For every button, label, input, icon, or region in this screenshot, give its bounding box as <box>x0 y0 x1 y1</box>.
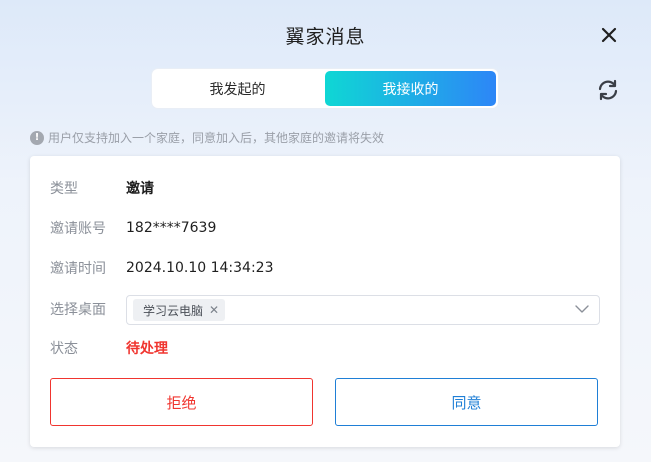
time-row: 邀请时间 2024.10.10 14:34:23 <box>50 258 274 278</box>
type-row: 类型 邀请 <box>50 178 154 198</box>
refresh-button[interactable] <box>595 77 621 103</box>
account-label: 邀请账号 <box>50 221 106 237</box>
reject-button[interactable]: 拒绝 <box>50 378 313 426</box>
tag-remove-icon[interactable]: ✕ <box>209 303 219 317</box>
status-row: 状态 待处理 <box>50 338 168 358</box>
desktop-label: 选择桌面 <box>50 302 106 318</box>
notice: ! 用户仅支持加入一个家庭，同意加入后，其他家庭的邀请将失效 <box>30 129 384 146</box>
close-button[interactable] <box>598 24 620 46</box>
desktop-tag: 学习云电脑 ✕ <box>133 299 226 321</box>
exclamation-circle-icon: ! <box>30 130 44 145</box>
notice-text: 用户仅支持加入一个家庭，同意加入后，其他家庭的邀请将失效 <box>48 131 385 145</box>
type-label: 类型 <box>50 181 78 197</box>
message-tabs: 我发起的 我接收的 <box>152 69 498 108</box>
family-message-dialog: 翼家消息 我发起的 我接收的 ! 用户仅支持加入一个家庭，同意加入后，其他家庭的… <box>0 0 651 462</box>
status-badge: 待处理 <box>126 341 168 357</box>
close-icon <box>601 27 617 43</box>
account-value: 182****7639 <box>126 220 217 236</box>
accept-button[interactable]: 同意 <box>335 378 598 426</box>
refresh-icon <box>598 79 618 101</box>
type-value: 邀请 <box>126 181 154 197</box>
status-label: 状态 <box>50 341 78 357</box>
time-value: 2024.10.10 14:34:23 <box>126 260 274 276</box>
time-label: 邀请时间 <box>50 261 106 277</box>
dialog-title: 翼家消息 <box>285 26 366 48</box>
desktop-row: 选择桌面 <box>50 299 126 319</box>
account-row: 邀请账号 182****7639 <box>50 218 216 238</box>
desktop-select[interactable]: 学习云电脑 ✕ <box>126 295 600 325</box>
desktop-tag-label: 学习云电脑 <box>143 303 204 318</box>
invitation-card: 类型 邀请 邀请账号 182****7639 邀请时间 2024.10.10 1… <box>30 156 620 447</box>
chevron-down-icon <box>575 305 589 313</box>
tab-sent[interactable]: 我发起的 <box>152 69 323 108</box>
tab-received[interactable]: 我接收的 <box>325 71 496 106</box>
